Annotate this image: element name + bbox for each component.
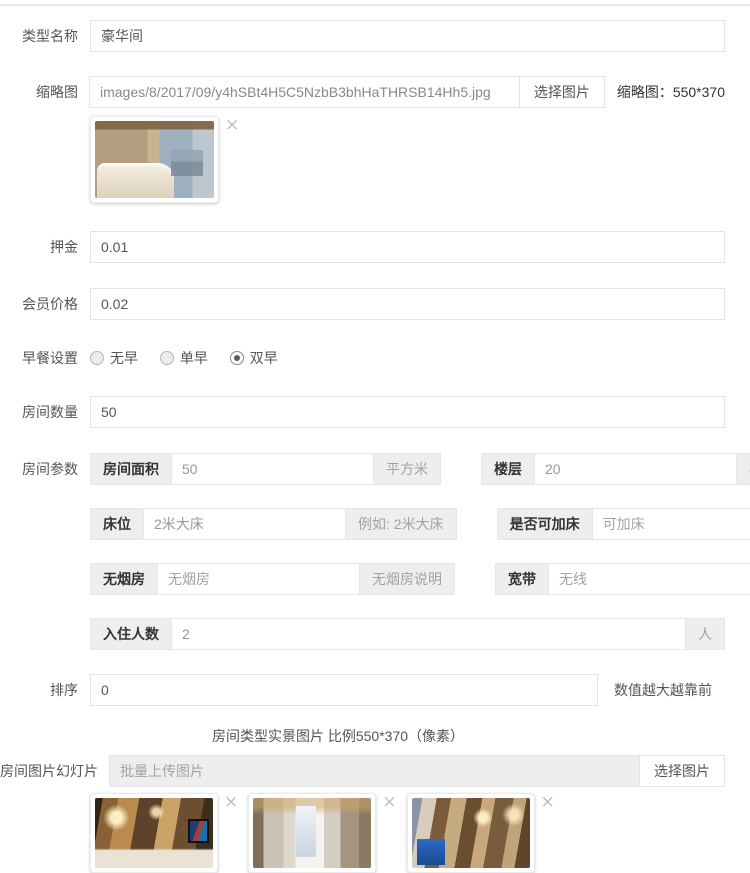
room-count-label: 房间数量 <box>0 396 78 428</box>
extra-bed-addon: 是否可加床 <box>497 508 593 540</box>
occupancy-addon: 入住人数 <box>90 618 172 650</box>
breakfast-option-label: 单早 <box>180 350 208 366</box>
broadband-input[interactable] <box>548 563 750 595</box>
top-divider <box>0 4 750 6</box>
member-price-input[interactable] <box>90 288 725 320</box>
thumbnail-path-input[interactable] <box>89 76 520 108</box>
deposit-label: 押金 <box>0 231 78 263</box>
bed-input[interactable] <box>143 508 346 540</box>
gallery-title: 房间类型实景图片 比例550*370（像素） <box>0 726 676 746</box>
slide-card-2 <box>248 793 376 873</box>
param-group-no-smoking: 无烟房 无烟房说明 <box>90 563 455 595</box>
param-group-bed: 床位 例如: 2米大床 <box>90 508 457 540</box>
radio-circle-icon <box>160 351 174 365</box>
breakfast-option-label: 双早 <box>250 350 278 366</box>
no-smoking-input[interactable] <box>157 563 360 595</box>
radio-circle-checked-icon <box>230 351 244 365</box>
breakfast-label: 早餐设置 <box>0 350 78 366</box>
member-price-label: 会员价格 <box>0 288 78 320</box>
slide-card-3 <box>407 793 535 873</box>
param-group-broadband: 宽带 无线（有线） <box>495 563 750 595</box>
thumbnail-label: 缩略图 <box>0 76 78 108</box>
slide-image-2 <box>253 798 371 868</box>
param-group-floor: 楼层 楼 <box>481 453 750 485</box>
slides-preview-row: × × × <box>90 793 750 873</box>
slide-card-1 <box>90 793 218 873</box>
occupancy-unit: 人 <box>685 618 725 650</box>
deposit-input[interactable] <box>90 231 725 263</box>
slide-image-3 <box>412 798 530 868</box>
type-name-input[interactable] <box>90 20 725 52</box>
remove-slide-1-icon[interactable]: × <box>224 795 238 810</box>
row-room-params: 房间参数 房间面积 平方米 楼层 楼 床位 例如: 2米大床 <box>0 453 725 650</box>
radio-circle-icon <box>90 351 104 365</box>
floor-unit: 楼 <box>736 453 750 485</box>
row-thumbnail: 缩略图 选择图片 缩略图：550*370 × <box>0 76 725 203</box>
remove-thumbnail-icon[interactable]: × <box>225 118 239 133</box>
floor-addon: 楼层 <box>481 453 535 485</box>
type-name-label: 类型名称 <box>0 20 78 52</box>
row-sort: 排序 数值越大越靠前 <box>0 674 725 706</box>
room-area-input[interactable] <box>171 453 374 485</box>
breakfast-radio-none[interactable]: 无早 <box>90 350 138 366</box>
row-breakfast: 早餐设置 无早 单早 双早 <box>0 350 725 368</box>
floor-input[interactable] <box>534 453 737 485</box>
row-room-count: 房间数量 <box>0 396 725 428</box>
thumbnail-preview-card <box>90 116 219 203</box>
room-area-addon: 房间面积 <box>90 453 172 485</box>
param-group-occupancy: 入住人数 人 <box>90 618 725 650</box>
param-group-room-area: 房间面积 平方米 <box>90 453 441 485</box>
thumbnail-preview-image <box>95 121 214 198</box>
thumbnail-size-note: 缩略图：550*370 <box>617 76 725 108</box>
room-area-unit: 平方米 <box>373 453 441 485</box>
room-type-form: 类型名称 缩略图 选择图片 缩略图：550*370 × 押金 <box>0 4 750 873</box>
breakfast-option-label: 无早 <box>110 350 138 366</box>
row-slides: 房间图片幻灯片 选择图片 <box>0 755 725 787</box>
remove-slide-3-icon[interactable]: × <box>541 795 555 810</box>
room-count-input[interactable] <box>90 396 725 428</box>
row-type-name: 类型名称 <box>0 20 725 52</box>
room-params-label: 房间参数 <box>0 453 78 485</box>
thumbnail-preview-wrap: × <box>90 116 725 203</box>
extra-bed-input[interactable] <box>592 508 750 540</box>
choose-slides-button[interactable]: 选择图片 <box>639 755 725 787</box>
broadband-addon: 宽带 <box>495 563 549 595</box>
slides-label: 房间图片幻灯片 <box>0 755 98 787</box>
sort-input[interactable] <box>90 674 598 706</box>
breakfast-radio-single[interactable]: 单早 <box>160 350 208 366</box>
choose-thumbnail-button[interactable]: 选择图片 <box>519 76 605 108</box>
sort-label: 排序 <box>0 674 78 706</box>
remove-slide-2-icon[interactable]: × <box>382 795 396 810</box>
batch-upload-input[interactable] <box>109 755 640 787</box>
bed-example: 例如: 2米大床 <box>345 508 457 540</box>
param-group-extra-bed: 是否可加床 <box>497 508 750 540</box>
no-smoking-note: 无烟房说明 <box>359 563 455 595</box>
row-deposit: 押金 <box>0 231 725 263</box>
bed-addon: 床位 <box>90 508 144 540</box>
slide-image-1 <box>95 798 213 868</box>
sort-hint: 数值越大越靠前 <box>614 674 712 706</box>
row-member-price: 会员价格 <box>0 288 725 320</box>
occupancy-input[interactable] <box>171 618 686 650</box>
no-smoking-addon: 无烟房 <box>90 563 158 595</box>
breakfast-radio-double[interactable]: 双早 <box>230 350 278 366</box>
